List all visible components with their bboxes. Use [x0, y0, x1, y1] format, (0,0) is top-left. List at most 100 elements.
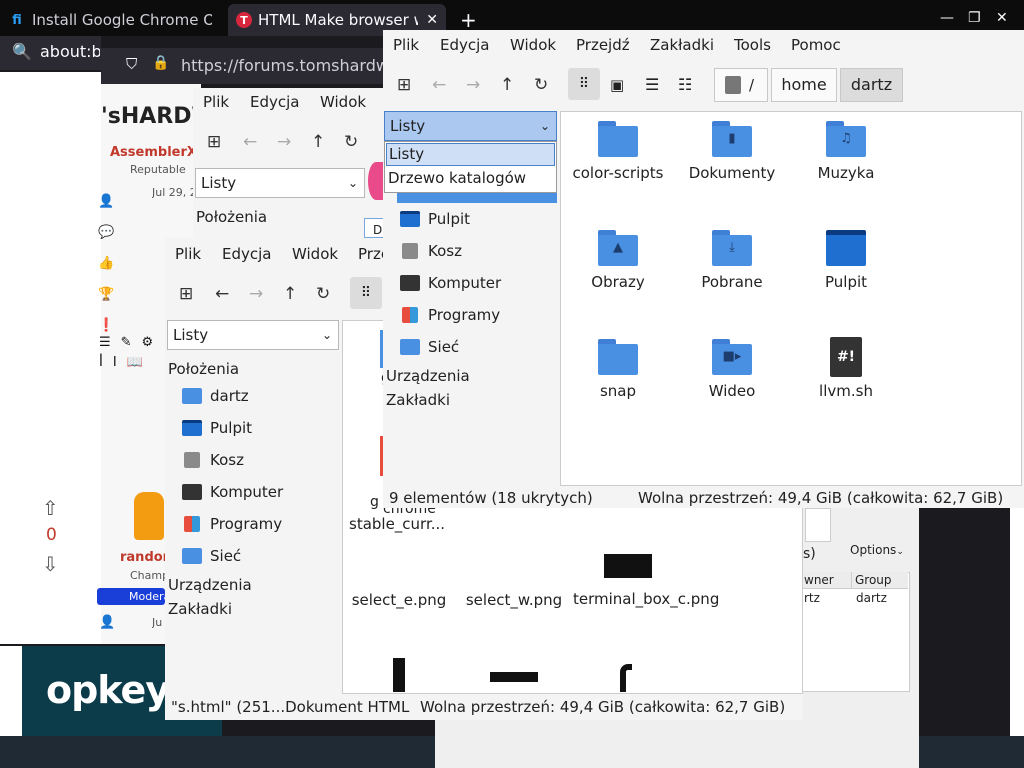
- image-thumbnail[interactable]: [604, 554, 652, 578]
- sidebar-item-siec[interactable]: Sieć: [182, 547, 241, 565]
- trophy-icon[interactable]: 🏆: [98, 279, 114, 310]
- downvote-icon[interactable]: ⇩: [42, 552, 59, 576]
- shield-icon[interactable]: ⛉: [126, 55, 137, 73]
- up-arrow-icon[interactable]: ↑: [283, 284, 297, 304]
- new-tab-icon[interactable]: ⊞: [179, 284, 193, 304]
- close-tab-icon[interactable]: ✕: [426, 12, 438, 28]
- avatar[interactable]: [134, 492, 164, 540]
- sidebar-item-komputer[interactable]: Komputer: [400, 274, 501, 292]
- reload-icon[interactable]: ↻: [316, 284, 330, 304]
- videos-folder-icon[interactable]: ■▸: [712, 339, 752, 375]
- back-arrow-icon[interactable]: ←: [215, 284, 229, 304]
- menu-zakladki[interactable]: Zakładki: [650, 36, 714, 54]
- image-thumbnail[interactable]: [620, 664, 632, 692]
- menu-przejdz[interactable]: Przejdź: [576, 36, 630, 54]
- pictures-folder-icon[interactable]: ▲: [598, 230, 638, 266]
- folder-icon[interactable]: [598, 339, 638, 375]
- file-label[interactable]: Obrazy: [563, 273, 673, 291]
- music-folder-icon[interactable]: ♫: [826, 121, 866, 157]
- new-tab-button[interactable]: +: [460, 10, 477, 30]
- path-segment-root[interactable]: /: [714, 68, 768, 102]
- options-button[interactable]: Options⌄: [850, 543, 904, 557]
- new-tab-icon[interactable]: ⊞: [397, 75, 411, 95]
- downloads-folder-icon[interactable]: ⤓: [712, 230, 752, 266]
- forum-username[interactable]: random: [120, 550, 165, 565]
- file-label[interactable]: llvm.sh: [791, 382, 901, 400]
- editor-toolbar-icons[interactable]: ☰✎⚙ ꟾI📖: [99, 333, 163, 373]
- menu-edycja[interactable]: Edycja: [222, 245, 271, 263]
- menu-widok[interactable]: Widok: [510, 36, 556, 54]
- forum-action-icons[interactable]: 👤 💬 👍 🏆 ❗: [98, 186, 114, 341]
- file-label[interactable]: select_w.png: [459, 591, 569, 609]
- column-header-group[interactable]: Group: [852, 572, 908, 589]
- file-label[interactable]: Pobrane: [677, 273, 787, 291]
- menu-tools[interactable]: Tools: [734, 36, 771, 54]
- sidebar-item-dartz[interactable]: dartz: [182, 387, 249, 405]
- sidebar-item-kosz[interactable]: Kosz: [400, 242, 462, 260]
- menu-plik[interactable]: Plik: [175, 245, 201, 263]
- upvote-icon[interactable]: ⇧: [42, 496, 59, 520]
- sidebar-item-siec[interactable]: Sieć: [400, 338, 459, 356]
- file-label[interactable]: color-scripts: [563, 164, 673, 182]
- message-icon[interactable]: 💬: [98, 217, 114, 248]
- back-arrow-icon[interactable]: ←: [243, 132, 257, 152]
- menu-plik[interactable]: Plik: [203, 93, 229, 111]
- menu-edycja[interactable]: Edycja: [440, 36, 489, 54]
- file-label[interactable]: terminal_box_c.png: [573, 591, 719, 608]
- file-label[interactable]: snap: [563, 382, 673, 400]
- dropdown-option-drzewo[interactable]: Drzewo katalogów: [388, 169, 526, 187]
- file-label[interactable]: Muzyka: [791, 164, 901, 182]
- sidebar-item-kosz[interactable]: Kosz: [182, 451, 244, 469]
- sidebar-item-komputer[interactable]: Komputer: [182, 483, 283, 501]
- list-view-icon[interactable]: ☷: [678, 75, 692, 94]
- lock-icon[interactable]: 🔒: [152, 55, 169, 71]
- back-arrow-icon[interactable]: ←: [432, 75, 446, 95]
- sidebar-item-programy[interactable]: Programy: [400, 306, 500, 324]
- view-selector[interactable]: Listy ⌄: [384, 111, 557, 141]
- file-label[interactable]: stable_curr...: [349, 515, 445, 533]
- view-selector[interactable]: Listy ⌄: [167, 320, 339, 350]
- forward-arrow-icon[interactable]: →: [249, 284, 263, 304]
- file-label[interactable]: g: [370, 494, 379, 510]
- file-label[interactable]: select_e.png: [344, 591, 454, 609]
- selected-sidebar-item[interactable]: [397, 193, 557, 203]
- icon-view-toggle[interactable]: ⠿: [568, 68, 600, 100]
- forum-username[interactable]: AssemblerX8: [110, 145, 195, 160]
- dropdown-option-listy[interactable]: Listy: [386, 143, 555, 166]
- thumbnail-view-icon[interactable]: ▣: [610, 76, 624, 94]
- up-arrow-icon[interactable]: ↑: [500, 75, 514, 95]
- path-segment-dartz[interactable]: dartz: [840, 68, 903, 102]
- reload-icon[interactable]: ↻: [534, 75, 548, 95]
- compact-view-icon[interactable]: ☰: [645, 75, 659, 94]
- user-icon[interactable]: 👤: [99, 615, 115, 630]
- menu-widok[interactable]: Widok: [320, 93, 366, 111]
- reload-icon[interactable]: ↻: [344, 132, 358, 152]
- column-header-owner[interactable]: wner: [800, 572, 852, 589]
- new-tab-icon[interactable]: ⊞: [207, 132, 221, 152]
- image-thumbnail[interactable]: [393, 658, 405, 692]
- folder-icon[interactable]: [598, 121, 638, 157]
- menu-widok[interactable]: Widok: [292, 245, 338, 263]
- url-field-short[interactable]: about:bl: [40, 42, 100, 61]
- tab-install-chrome[interactable]: fi Install Google Chrome O: [0, 4, 220, 36]
- sidebar-item-pulpit[interactable]: Pulpit: [182, 419, 252, 437]
- view-selector[interactable]: Listy ⌄: [195, 168, 365, 198]
- menu-plik[interactable]: Plik: [393, 36, 419, 54]
- ad-logo[interactable]: opkey: [46, 668, 170, 712]
- path-segment-home[interactable]: home: [771, 68, 837, 102]
- file-label[interactable]: Wideo: [677, 382, 787, 400]
- maximize-icon[interactable]: ❐: [968, 10, 981, 26]
- forward-arrow-icon[interactable]: →: [277, 132, 291, 152]
- up-arrow-icon[interactable]: ↑: [311, 132, 325, 152]
- partial-file-label[interactable]: D: [364, 218, 384, 238]
- menu-pomoc[interactable]: Pomoc: [791, 36, 841, 54]
- sidebar-item-programy[interactable]: Programy: [182, 515, 282, 533]
- icon-view-toggle[interactable]: ⠿: [350, 277, 382, 309]
- forward-arrow-icon[interactable]: →: [466, 75, 480, 95]
- minimize-icon[interactable]: —: [940, 10, 954, 26]
- image-thumbnail[interactable]: [490, 672, 538, 682]
- dialog-field[interactable]: [805, 508, 831, 542]
- site-logo[interactable]: 'sHARDW: [101, 104, 196, 129]
- close-window-icon[interactable]: ✕: [996, 10, 1008, 26]
- like-icon[interactable]: 👍: [98, 248, 114, 279]
